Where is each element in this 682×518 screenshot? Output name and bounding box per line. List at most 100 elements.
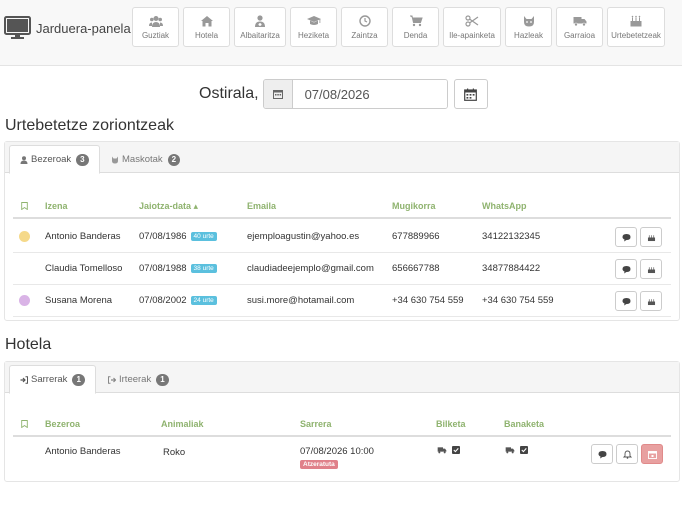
bookmark-icon — [21, 202, 28, 212]
client-name: Antonio Banderas — [45, 446, 121, 457]
table-row: Antonio Banderas Roko 07/08/2026 10:00 A… — [13, 438, 671, 482]
color-marker — [19, 295, 30, 306]
col-izena[interactable]: Izena — [45, 201, 68, 211]
nav-buttons: Guztiak Hotela Albaitaritza Heziketa Zai… — [132, 7, 669, 47]
birthday-cake-icon — [647, 298, 655, 305]
whatsapp: 34122132345 — [482, 231, 541, 242]
calendar-button[interactable] — [453, 79, 488, 109]
col-bilketa[interactable]: Bilketa — [436, 419, 466, 429]
age-badge: 24 urte — [190, 296, 217, 305]
users-icon — [148, 15, 163, 27]
col-animaliak[interactable]: Animaliak — [161, 419, 204, 429]
whatsapp: 34877884422 — [482, 263, 541, 274]
email: susi.more@hotamail.com — [247, 295, 355, 306]
col-whatsapp[interactable]: WhatsApp — [482, 201, 527, 211]
bell-icon — [622, 450, 632, 459]
hotel-panel: Sarrerak 1 Irteerak 1 Bezeroa Animaliak … — [4, 361, 680, 482]
monitor-icon — [4, 16, 31, 39]
birthday-greeting-button[interactable] — [640, 259, 662, 279]
mobile: 677889966 — [392, 231, 440, 242]
nav-hazleak-button[interactable]: Hazleak — [505, 7, 552, 47]
notify-button[interactable] — [616, 444, 638, 464]
nav-hotela-button[interactable]: Hotela — [183, 7, 230, 47]
bookmark-icon — [21, 420, 28, 430]
tab-bezeroak[interactable]: Bezeroak 3 — [9, 145, 100, 174]
weekday-label: Ostirala, — [199, 85, 259, 102]
user-icon — [20, 155, 28, 164]
nav-urtebetetzeak-button[interactable]: Urtebetetzeak — [607, 7, 665, 47]
truck-icon — [505, 447, 515, 454]
shopping-cart-icon — [409, 15, 423, 26]
col-banaketa[interactable]: Banaketa — [504, 419, 544, 429]
age-badge: 38 urte — [190, 264, 217, 273]
delivery-indicator — [505, 446, 528, 457]
checkbox-checked-icon — [451, 446, 460, 454]
birth-date: 07/08/2002 24 urte — [139, 295, 217, 306]
mobile: 656667788 — [392, 263, 440, 274]
col-jaiotza-data[interactable]: Jaiotza-data ▴ — [139, 201, 198, 212]
col-bezeroa[interactable]: Bezeroa — [45, 419, 80, 429]
nav-denda-button[interactable]: Denda — [392, 7, 439, 47]
top-navbar: Jarduera-panela Guztiak Hotela Albaitari… — [0, 0, 682, 66]
birth-date: 07/08/1988 38 urte — [139, 263, 217, 274]
col-sarrera[interactable]: Sarrera — [300, 419, 332, 429]
graduation-cap-icon — [306, 15, 321, 25]
checkbox-checked-icon — [519, 446, 528, 454]
table-row: Claudia Tomelloso 07/08/1988 38 urte claudi… — [13, 253, 671, 285]
birthdays-panel: Bezeroak 3 Maskotak 2 Izena Jaiotza-data… — [4, 141, 680, 321]
table-row: Antonio Banderas 07/08/1986 40 urte ejemplo… — [13, 221, 671, 253]
nav-guztiak-button[interactable]: Guztiak — [132, 7, 179, 47]
checkin-button[interactable] — [641, 444, 663, 464]
cat-icon — [523, 15, 534, 26]
tab-maskotak[interactable]: Maskotak 2 — [101, 145, 190, 174]
hotel-title: Hotela — [5, 336, 52, 353]
birthday-greeting-button[interactable] — [640, 227, 662, 247]
client-name: Antonio Banderas — [45, 231, 121, 242]
hotel-tabs: Sarrerak 1 Irteerak 1 — [5, 362, 679, 394]
age-badge: 40 urte — [190, 232, 217, 241]
nav-garraioa-button[interactable]: Garraioa — [556, 7, 603, 47]
calendar-icon — [647, 450, 657, 459]
nav-heziketa-button[interactable]: Heziketa — [290, 7, 337, 47]
comment-icon — [622, 297, 630, 305]
nav-zaintza-button[interactable]: Zaintza — [341, 7, 388, 47]
count-badge: 1 — [156, 373, 169, 386]
calendar-icon — [272, 90, 283, 99]
tab-irteerak[interactable]: Irteerak 1 — [98, 365, 179, 394]
client-name: Susana Morena — [45, 295, 113, 306]
birthdays-table-header: Izena Jaiotza-data ▴ Emaila Mugikorra Wh… — [13, 201, 671, 219]
col-mugikorra[interactable]: Mugikorra — [392, 201, 436, 211]
message-button[interactable] — [615, 227, 637, 247]
client-name: Claudia Tomelloso — [45, 263, 123, 274]
tab-sarrerak[interactable]: Sarrerak 1 — [9, 365, 96, 394]
message-button[interactable] — [615, 259, 637, 279]
date-input-group — [262, 79, 448, 109]
nav-albaitaritza-button[interactable]: Albaitaritza — [234, 7, 286, 47]
email: claudiadeejemplo@gmail.com — [247, 263, 374, 274]
comment-icon — [622, 265, 630, 273]
birthday-greeting-button[interactable] — [640, 291, 662, 311]
entry-datetime: 07/08/2026 10:00 — [300, 446, 374, 457]
calendar-icon — [464, 88, 477, 101]
sort-asc-icon: ▴ — [191, 201, 199, 211]
whatsapp: +34 630 754 559 — [482, 295, 554, 306]
date-input[interactable] — [292, 80, 447, 108]
birthdays-tabs: Bezeroak 3 Maskotak 2 — [5, 142, 679, 174]
count-badge: 1 — [72, 373, 85, 386]
status-badge: Atzeratuta — [300, 460, 338, 469]
cat-icon — [112, 156, 118, 163]
truck-icon — [573, 16, 586, 26]
brand[interactable]: Jarduera-panela — [4, 13, 131, 43]
comment-icon — [598, 450, 606, 458]
nav-ile-apainketa-button[interactable]: Ile-apainketa — [443, 7, 501, 47]
message-button[interactable] — [615, 291, 637, 311]
message-button[interactable] — [591, 444, 613, 464]
animal-name: Roko — [163, 447, 186, 458]
birthdays-title: Urtebetetze zoriontzeak — [5, 117, 174, 134]
home-icon — [200, 15, 213, 26]
email: ejemploagustin@yahoo.es — [247, 231, 360, 242]
count-badge: 3 — [76, 153, 89, 166]
comment-icon — [622, 233, 630, 241]
birthday-cake-icon — [630, 15, 642, 26]
col-emaila[interactable]: Emaila — [247, 201, 276, 211]
